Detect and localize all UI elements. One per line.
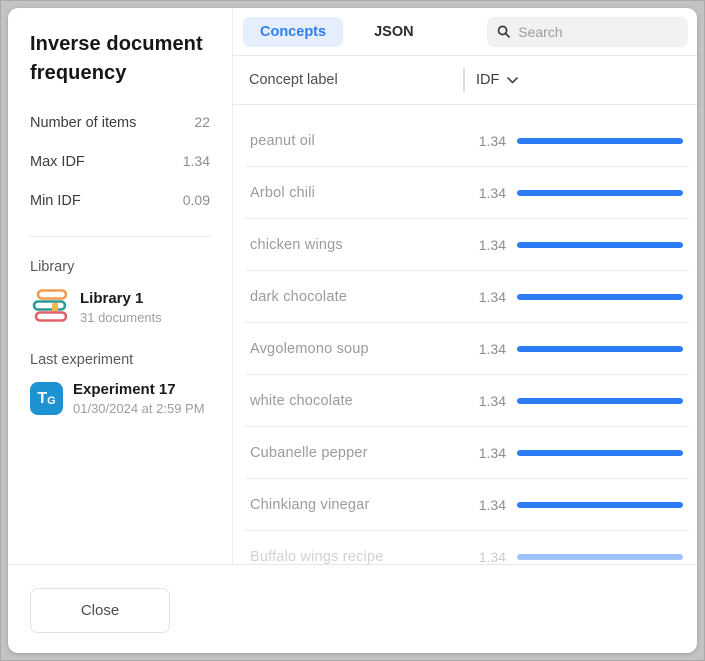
search-input[interactable]: [518, 24, 678, 40]
experiment-badge-icon: TG: [30, 382, 63, 415]
table-row: Cubanelle pepper1.34: [245, 427, 689, 479]
table-row: Buffalo wings recipe1.34: [245, 531, 689, 564]
badge-letter: T: [37, 390, 47, 408]
tabs-row: Concepts JSON: [233, 8, 697, 56]
tabs: Concepts JSON: [243, 17, 431, 47]
stat-label: Max IDF: [30, 154, 85, 170]
idf-bar-fill: [517, 346, 683, 352]
idf-value: 1.34: [479, 549, 506, 565]
search-icon: [497, 24, 510, 39]
concept-label: dark chocolate: [250, 289, 479, 305]
experiment-item[interactable]: TG Experiment 17 01/30/2024 at 2:59 PM: [30, 381, 210, 416]
footer: Close: [8, 564, 697, 653]
badge-letter: G: [47, 395, 56, 407]
library-name: Library 1: [80, 290, 162, 307]
idf-bar-fill: [517, 242, 683, 248]
idf-bar: [517, 242, 683, 248]
library-section-label: Library: [30, 259, 210, 275]
idf-bar-fill: [517, 190, 683, 196]
stat-label: Number of items: [30, 115, 136, 131]
idf-bar: [517, 450, 683, 456]
idf-bar-fill: [517, 502, 683, 508]
idf-value: 1.34: [479, 289, 506, 305]
idf-bar: [517, 554, 683, 560]
table-row: Chinkiang vinegar1.34: [245, 479, 689, 531]
experiment-text: Experiment 17 01/30/2024 at 2:59 PM: [73, 381, 205, 416]
idf-bar: [517, 398, 683, 404]
tab-json[interactable]: JSON: [357, 17, 431, 47]
experiment-meta: 01/30/2024 at 2:59 PM: [73, 401, 205, 416]
idf-dialog: Inverse document frequency Number of ite…: [8, 8, 697, 653]
experiment-name: Experiment 17: [73, 381, 205, 398]
idf-value: 1.34: [479, 393, 506, 409]
idf-bar: [517, 346, 683, 352]
sidebar-divider: [30, 236, 210, 237]
table-row: dark chocolate1.34: [245, 271, 689, 323]
idf-bar-fill: [517, 398, 683, 404]
concept-label: Chinkiang vinegar: [250, 497, 479, 513]
stat-value: 22: [194, 114, 210, 130]
table-header: Concept label IDF: [233, 56, 697, 105]
concept-label: Avgolemono soup: [250, 341, 479, 357]
stats-list: Number of items 22 Max IDF 1.34 Min IDF 0.09: [30, 114, 210, 209]
idf-bar-fill: [517, 450, 683, 456]
idf-value: 1.34: [479, 497, 506, 513]
idf-value: 1.34: [479, 133, 506, 149]
table-row: Avgolemono soup1.34: [245, 323, 689, 375]
table-row: chicken wings1.34: [245, 219, 689, 271]
idf-bar: [517, 190, 683, 196]
idf-value: 1.34: [479, 185, 506, 201]
concept-label: Arbol chili: [250, 185, 479, 201]
stat-row: Max IDF 1.34: [30, 153, 210, 170]
stat-value: 0.09: [183, 192, 210, 208]
stat-row: Min IDF 0.09: [30, 192, 210, 209]
library-text: Library 1 31 documents: [80, 290, 162, 325]
idf-value: 1.34: [479, 445, 506, 461]
idf-bar: [517, 502, 683, 508]
experiment-section-label: Last experiment: [30, 352, 210, 368]
search-box[interactable]: [487, 17, 688, 47]
stat-value: 1.34: [183, 153, 210, 169]
concept-list[interactable]: peanut oil1.34Arbol chili1.34chicken win…: [233, 105, 697, 564]
page-background: Inverse document frequency Number of ite…: [0, 0, 705, 661]
library-books-icon: [30, 288, 70, 326]
stat-label: Min IDF: [30, 193, 81, 209]
concept-label: chicken wings: [250, 237, 479, 253]
idf-value: 1.34: [479, 237, 506, 253]
library-item[interactable]: Library 1 31 documents: [30, 288, 210, 326]
tab-concepts[interactable]: Concepts: [243, 17, 343, 47]
table-row: white chocolate1.34: [245, 375, 689, 427]
idf-sort-dropdown[interactable]: IDF: [474, 68, 520, 92]
dialog-body: Inverse document frequency Number of ite…: [8, 8, 697, 564]
concept-label: Buffalo wings recipe: [250, 549, 479, 565]
column-header-concept-label: Concept label: [249, 72, 463, 88]
dialog-title: Inverse document frequency: [30, 30, 210, 88]
sidebar: Inverse document frequency Number of ite…: [8, 8, 233, 564]
main-panel: Concepts JSON Concept label IDF: [233, 8, 697, 564]
concept-label: Cubanelle pepper: [250, 445, 479, 461]
idf-bar-fill: [517, 138, 683, 144]
idf-bar-fill: [517, 294, 683, 300]
idf-bar-fill: [517, 554, 683, 560]
concept-label: peanut oil: [250, 133, 479, 149]
concept-label: white chocolate: [250, 393, 479, 409]
library-meta: 31 documents: [80, 310, 162, 325]
table-row: Arbol chili1.34: [245, 167, 689, 219]
idf-bar: [517, 138, 683, 144]
chevron-down-icon: [507, 77, 518, 84]
stat-row: Number of items 22: [30, 114, 210, 131]
column-divider: [463, 68, 465, 92]
idf-value: 1.34: [479, 341, 506, 357]
idf-bar: [517, 294, 683, 300]
close-button[interactable]: Close: [30, 588, 170, 633]
table-row: peanut oil1.34: [245, 115, 689, 167]
column-header-idf: IDF: [476, 72, 499, 88]
